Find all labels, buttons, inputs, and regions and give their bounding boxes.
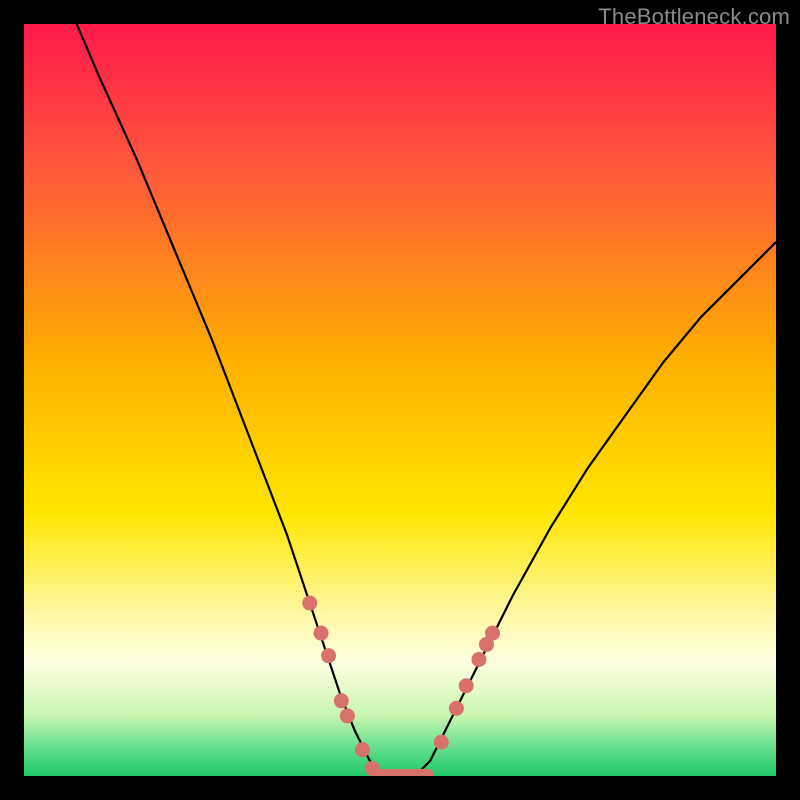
highlight-dot bbox=[314, 626, 329, 641]
highlight-dot bbox=[449, 701, 464, 716]
watermark-text: TheBottleneck.com bbox=[598, 4, 790, 30]
gradient-background bbox=[24, 24, 776, 776]
chart-frame bbox=[24, 24, 776, 776]
highlight-dot bbox=[434, 735, 449, 750]
highlight-dot bbox=[334, 693, 349, 708]
highlight-dot bbox=[459, 678, 474, 693]
highlight-dot bbox=[471, 652, 486, 667]
highlight-dot bbox=[302, 596, 317, 611]
highlight-dot bbox=[340, 708, 355, 723]
highlight-dot bbox=[321, 648, 336, 663]
highlight-dot bbox=[485, 626, 500, 641]
bottleneck-chart bbox=[24, 24, 776, 776]
trough-bar bbox=[374, 769, 434, 776]
highlight-dot bbox=[355, 742, 370, 757]
